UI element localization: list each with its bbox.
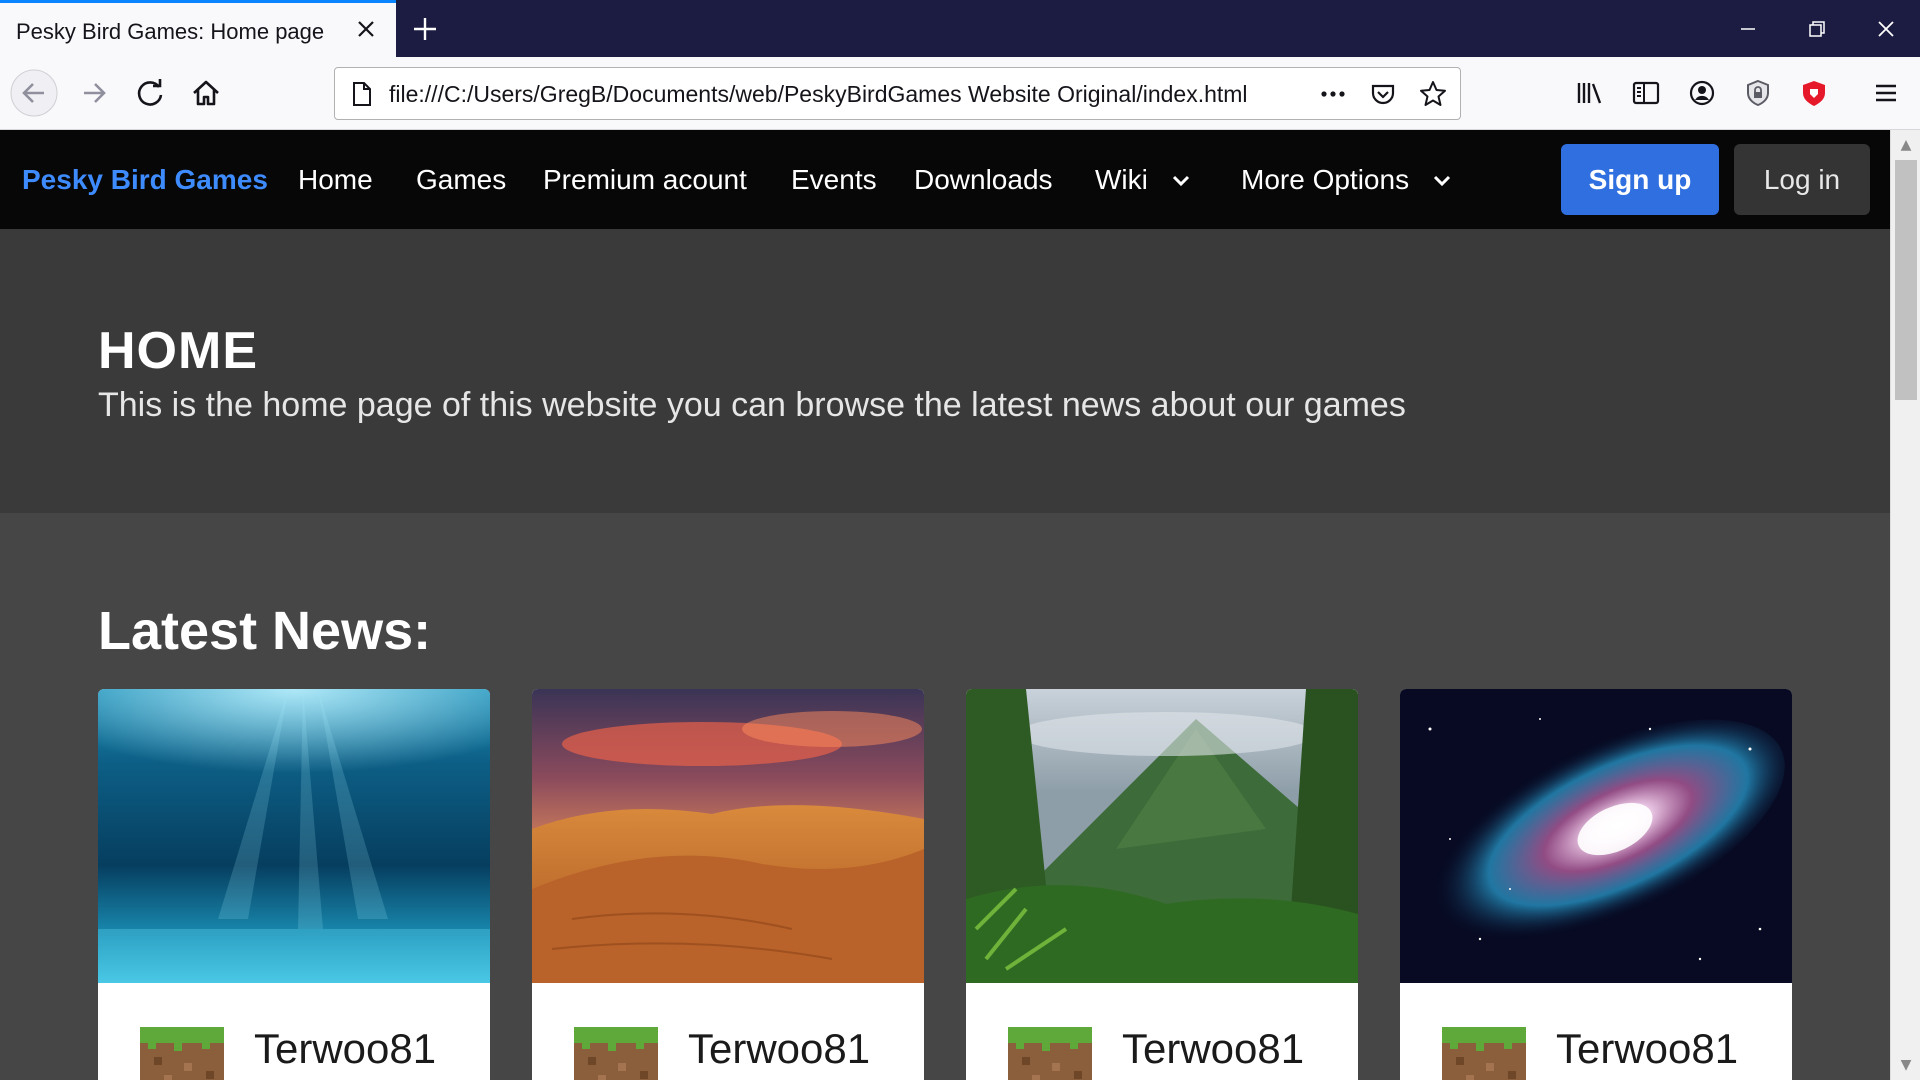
shield-lock-icon[interactable]	[1738, 73, 1778, 113]
news-card-image-galaxy[interactable]	[1400, 689, 1792, 983]
hero-section: HOME This is the home page of this websi…	[0, 229, 1890, 513]
nav-wiki-label: Wiki	[1095, 164, 1148, 195]
bookmark-star-icon[interactable]	[1417, 78, 1449, 110]
minimize-window-icon[interactable]	[1728, 10, 1768, 48]
url-text[interactable]: file:///C:/Users/GregB/Documents/web/Pes…	[389, 81, 1248, 108]
news-card[interactable]: Terwoo81	[966, 689, 1358, 1080]
page-subtitle: This is the home page of this website yo…	[98, 386, 1406, 424]
site-navbar: Pesky Bird Games Home Games Premium acou…	[0, 130, 1890, 229]
news-card[interactable]: Terwoo81	[98, 689, 490, 1080]
latest-news-heading: Latest News:	[98, 601, 432, 661]
nav-wiki-dropdown[interactable]: Wiki	[1095, 164, 1192, 196]
page-scrollbar[interactable]: ▲ ▼	[1890, 130, 1920, 1080]
nav-home[interactable]: Home	[298, 164, 373, 196]
news-card[interactable]: Terwoo81	[532, 689, 924, 1080]
close-window-icon[interactable]	[1866, 10, 1906, 48]
tab-title: Pesky Bird Games: Home page	[16, 19, 325, 44]
news-card-image-jungle-mountain[interactable]	[966, 689, 1358, 983]
address-bar[interactable]: file:///C:/Users/GregB/Documents/web/Pes…	[334, 67, 1461, 120]
news-card[interactable]: Terwoo81	[1400, 689, 1792, 1080]
home-icon[interactable]	[182, 69, 230, 117]
nav-events[interactable]: Events	[791, 164, 877, 196]
nav-more-options-label: More Options	[1241, 164, 1410, 195]
news-card-image-underwater[interactable]	[98, 689, 490, 983]
news-card-author: Terwoo81	[98, 983, 490, 1080]
author-name[interactable]: Terwoo81	[1556, 1025, 1738, 1073]
forward-icon[interactable]	[70, 69, 118, 117]
chevron-down-icon	[1433, 175, 1450, 187]
reload-icon[interactable]	[126, 69, 174, 117]
log-in-button[interactable]: Log in	[1734, 144, 1870, 215]
news-card-author: Terwoo81	[966, 983, 1358, 1080]
app-menu-icon[interactable]	[1866, 73, 1906, 113]
nav-downloads[interactable]: Downloads	[914, 164, 1053, 196]
new-tab-icon[interactable]	[408, 12, 442, 46]
restore-window-icon[interactable]	[1796, 10, 1836, 48]
news-card-author: Terwoo81	[1400, 983, 1792, 1080]
author-name[interactable]: Terwoo81	[688, 1025, 870, 1073]
author-name[interactable]: Terwoo81	[1122, 1025, 1304, 1073]
browser-tab[interactable]: Pesky Bird Games: Home page	[0, 0, 396, 57]
account-icon[interactable]	[1682, 73, 1722, 113]
sidebar-icon[interactable]	[1626, 73, 1666, 113]
page-title: HOME	[98, 322, 258, 380]
nav-more-options-dropdown[interactable]: More Options	[1241, 164, 1453, 196]
site-brand[interactable]: Pesky Bird Games	[22, 164, 268, 196]
nav-games[interactable]: Games	[416, 164, 506, 196]
ublock-shield-icon[interactable]	[1794, 73, 1834, 113]
library-icon[interactable]	[1570, 73, 1610, 113]
nav-premium-account[interactable]: Premium acount	[543, 164, 747, 196]
chevron-down-icon	[1172, 175, 1189, 187]
news-card-image-desert-dunes[interactable]	[532, 689, 924, 983]
page-file-icon	[353, 82, 371, 106]
page-actions-icon[interactable]	[1317, 78, 1349, 110]
scroll-up-arrow-icon[interactable]: ▲	[1895, 134, 1917, 156]
news-card-author: Terwoo81	[532, 983, 924, 1080]
grass-block-avatar-icon	[574, 1027, 658, 1080]
scroll-down-arrow-icon[interactable]: ▼	[1895, 1054, 1917, 1076]
grass-block-avatar-icon	[1442, 1027, 1526, 1080]
sign-up-button[interactable]: Sign up	[1561, 144, 1719, 215]
browser-tab-bar: Pesky Bird Games: Home page	[0, 0, 1920, 57]
grass-block-avatar-icon	[140, 1027, 224, 1080]
grass-block-avatar-icon	[1008, 1027, 1092, 1080]
page-viewport: Pesky Bird Games Home Games Premium acou…	[0, 130, 1890, 1080]
scrollbar-thumb[interactable]	[1895, 160, 1917, 400]
close-tab-icon[interactable]	[350, 13, 382, 45]
back-icon[interactable]	[10, 69, 58, 117]
pocket-icon[interactable]	[1367, 78, 1399, 110]
author-name[interactable]: Terwoo81	[254, 1025, 436, 1073]
browser-toolbar: file:///C:/Users/GregB/Documents/web/Pes…	[0, 57, 1920, 130]
